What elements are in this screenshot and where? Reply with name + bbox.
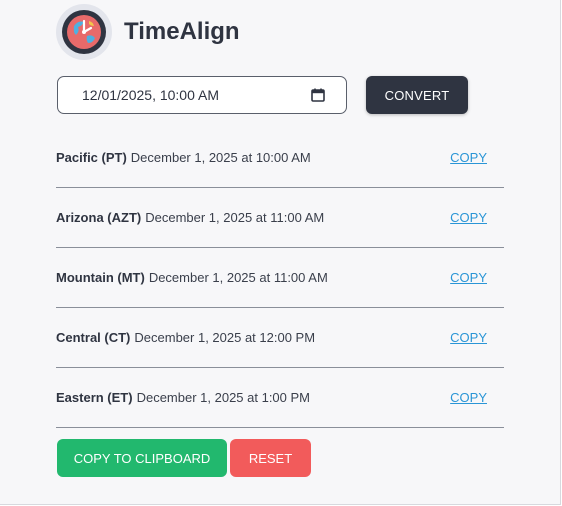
copy-link-eastern[interactable]: COPY xyxy=(450,390,487,405)
zone-time: December 1, 2025 at 11:00 AM xyxy=(145,210,325,225)
zone-time: December 1, 2025 at 12:00 PM xyxy=(134,330,316,345)
copy-link-mountain[interactable]: COPY xyxy=(450,270,487,285)
zone-name: Eastern (ET) xyxy=(56,390,133,405)
datetime-input[interactable]: 12/01/2025, 10:00 AM xyxy=(57,76,347,114)
zone-row-eastern: Eastern (ET) December 1, 2025 at 1:00 PM… xyxy=(56,368,504,428)
copy-link-pacific[interactable]: COPY xyxy=(450,150,487,165)
zone-name: Pacific (PT) xyxy=(56,150,127,165)
zone-row-arizona: Arizona (AZT) December 1, 2025 at 11:00 … xyxy=(56,188,504,248)
action-buttons: COPY TO CLIPBOARD RESET xyxy=(57,439,311,477)
zone-text: Mountain (MT) December 1, 2025 at 11:00 … xyxy=(56,270,328,285)
timezone-list: Pacific (PT) December 1, 2025 at 10:00 A… xyxy=(56,128,504,428)
world-clock-icon xyxy=(56,4,112,60)
zone-time: December 1, 2025 at 11:00 AM xyxy=(148,270,328,285)
zone-row-mountain: Mountain (MT) December 1, 2025 at 11:00 … xyxy=(56,248,504,308)
zone-text: Arizona (AZT) December 1, 2025 at 11:00 … xyxy=(56,210,324,225)
zone-text: Central (CT) December 1, 2025 at 12:00 P… xyxy=(56,330,315,345)
convert-button[interactable]: CONVERT xyxy=(366,76,468,114)
zone-text: Eastern (ET) December 1, 2025 at 1:00 PM xyxy=(56,390,310,405)
app-header: TimeAlign xyxy=(56,4,240,60)
reset-button[interactable]: RESET xyxy=(230,439,311,477)
zone-time: December 1, 2025 at 10:00 AM xyxy=(130,150,311,165)
zone-text: Pacific (PT) December 1, 2025 at 10:00 A… xyxy=(56,150,311,165)
zone-name: Central (CT) xyxy=(56,330,131,345)
zone-name: Mountain (MT) xyxy=(56,270,145,285)
datetime-value: 12/01/2025, 10:00 AM xyxy=(82,87,219,103)
zone-time: December 1, 2025 at 1:00 PM xyxy=(136,390,311,405)
zone-name: Arizona (AZT) xyxy=(56,210,142,225)
input-row: 12/01/2025, 10:00 AM CONVERT xyxy=(57,76,468,114)
app-title: TimeAlign xyxy=(124,18,240,45)
copy-to-clipboard-button[interactable]: COPY TO CLIPBOARD xyxy=(57,439,227,477)
app-panel: TimeAlign 12/01/2025, 10:00 AM CONVERT P… xyxy=(0,0,561,505)
zone-row-central: Central (CT) December 1, 2025 at 12:00 P… xyxy=(56,308,504,368)
copy-link-central[interactable]: COPY xyxy=(450,330,487,345)
copy-link-arizona[interactable]: COPY xyxy=(450,210,487,225)
zone-row-pacific: Pacific (PT) December 1, 2025 at 10:00 A… xyxy=(56,128,504,188)
calendar-icon[interactable] xyxy=(310,87,326,103)
